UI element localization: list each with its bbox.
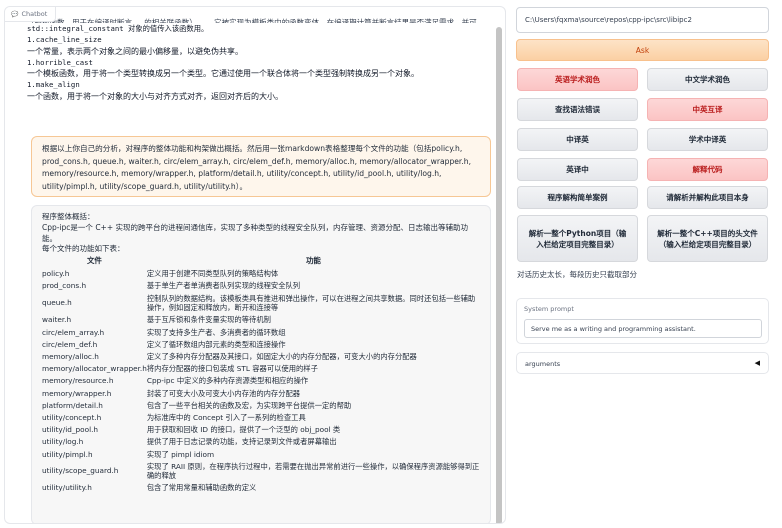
table-intro: 每个文件的功能如下表： (42, 244, 125, 254)
bot-message-previous: （模板函数，用于在编译时断言 … 的相关联函数）…… 它被实现为模板类中的函数变… (27, 17, 483, 102)
file-name-cell: utility/id_pool.h (42, 425, 99, 435)
table-row: memory/resource.h Cpp-ipc 中定义的多种内存资源类型和相应… (42, 375, 480, 387)
system-prompt-block: System prompt Serve me as a writing and … (516, 298, 769, 344)
file-function-cell: 定义了循环数组内部元素的类型和连接操作 (146, 339, 286, 349)
table-row: utility/concept.h 为标准库中的 Concept 引入了一系列的检… (42, 412, 480, 424)
file-function-cell: 将内存分配器的接口包装成 STL 容器可以使用的样子 (146, 364, 318, 374)
table-row: utility/scope_guard.h 实现了 RAII 原则，在程序执行过程… (42, 460, 480, 482)
button-analyze-python-project[interactable]: 解析一整个Python项目（输入栏给定项目完整目录） (517, 215, 638, 262)
file-function-cell: 用于获取和回收 ID 的接口，提供了一个泛型的 obj_pool 类 (146, 425, 341, 435)
file-name-cell: waiter.h (42, 315, 72, 325)
file-name-cell: queue.h (42, 298, 72, 308)
table-row: queue.h 控制队列的数据结构。该模板类具有推进和弹出操作，可以在进程之间共享… (42, 292, 480, 314)
table-header-row: 文件 功能 (42, 255, 480, 268)
button-analyze-this-project[interactable]: 请解析并解构此项目本身 (647, 186, 768, 209)
table-row: utility/id_pool.h 用于获取和回收 ID 的接口，提供了一个泛型的… (42, 424, 480, 436)
table-row: utility/pimpl.h 实现了 pimpl idiom (42, 448, 480, 460)
ask-button[interactable]: Ask (516, 39, 769, 61)
file-function-cell: Cpp-ipc 中定义的多种内存资源类型和相应的操作 (146, 376, 309, 386)
summary-text: Cpp-ipc是一个 C++ 实现的跨平台的进程间通信库，实现了多种类型的线程安… (42, 222, 469, 243)
button-zh-to-en[interactable]: 中译英 (517, 128, 638, 151)
file-function-cell: 定义了多种内存分配器及其接口，如固定大小的内存分配器，可变大小的内存分配器 (146, 352, 417, 361)
file-name-cell: utility/utility.h (42, 483, 92, 493)
file-function-cell: 提供了用于日志记录的功能，支持记录到文件或者屏幕输出 (146, 437, 337, 447)
input-value: C:\Users\fqxma\source\repos\cpp-ipc\src\… (525, 16, 692, 24)
list-item-title: 1.cache_line_size (27, 35, 102, 45)
table-row: memory/alloc.h 定义了多种内存分配器及其接口，如固定大小的内存分配器… (42, 351, 480, 363)
button-program-analysis-example[interactable]: 程序解构简单案例 (517, 186, 638, 209)
system-prompt-value: Serve me as a writing and programming as… (531, 325, 696, 333)
table-header-function: 功能 (305, 256, 321, 266)
file-name-cell: prod_cons.h (42, 281, 87, 291)
chatbot-label-text: Chatbot (21, 10, 48, 18)
file-name-cell: policy.h (42, 269, 70, 279)
file-function-cell: 包含了一些平台相关的函数及宏，为实现跨平台提供一定的帮助 (146, 400, 352, 410)
list-item-desc: 一个函数，用于将一个对象的大小与对齐方式对齐，返回对齐后的大小。 (27, 91, 283, 101)
file-name-cell: memory/alloc.h (42, 352, 99, 361)
chat-icon: 💬 (11, 10, 19, 18)
list-item-desc: 一个常量，表示两个对象之间的最小偏移量，以避免伪共享。 (27, 46, 243, 56)
collapse-triangle-icon: ◀ (754, 359, 760, 367)
button-chinese-academic-polish[interactable]: 中文学术润色 (647, 68, 768, 91)
list-item-title: 1.horrible_cast (27, 57, 93, 67)
table-row: circ/elem_array.h 实现了支持多生产者、多消费者的循环数组 (42, 326, 480, 338)
chatbot-label: 💬 Chatbot (5, 7, 57, 22)
file-name-cell: memory/resource.h (42, 376, 114, 386)
history-hint: 对话历史太长，每段历史只截取部分 (517, 270, 637, 279)
button-en-to-zh[interactable]: 英译中 (517, 158, 638, 181)
table-body: policy.h 定义用于创建不同类型队列的策略结构体 prod_cons.h 基于单… (42, 268, 480, 494)
file-function-cell: 为标准库中的 Concept 引入了一系列的检查工具 (146, 412, 306, 422)
table-row: circ/elem_def.h 定义了循环数组内部元素的类型和连接操作 (42, 339, 480, 351)
table-row: utility/utility.h 包含了常用常量和辅助函数的定义 (42, 482, 480, 494)
button-explain-code[interactable]: 解释代码 (647, 158, 768, 181)
arguments-accordion[interactable]: arguments ◀ (516, 352, 769, 374)
user-message: 根据以上你自己的分析，对程序的整体功能和构架做出概括。然后用一张markdown… (31, 136, 491, 197)
file-name-cell: utility/concept.h (42, 412, 102, 422)
list-item-title: 1.make_align (27, 80, 80, 90)
list-item-desc: 一个模板函数，用于将一个类型转换成另一个类型。它通过使用一个联合体将一个类型强制… (27, 69, 419, 79)
button-english-academic-polish[interactable]: 英语学术润色 (517, 68, 638, 91)
table-row: waiter.h 基于互斥锁和条件变量实现的等待机制 (42, 314, 480, 326)
table-row: memory/allocator_wrapper.h 将内存分配器的接口包装成 S… (42, 363, 480, 375)
bot-message: 程序整体概括： Cpp-ipc是一个 C++ 实现的跨平台的进程间通信库，实现了… (31, 205, 491, 523)
file-name-cell: utility/pimpl.h (42, 449, 93, 459)
file-function-cell: 定义用于创建不同类型队列的策略结构体 (146, 269, 279, 279)
table-row: prod_cons.h 基于单生产者单消费者队列实现的线程安全队列 (42, 280, 480, 292)
chat-scrollbar-thumb[interactable] (496, 27, 502, 523)
table-row: platform/detail.h 包含了一些平台相关的函数及宏，为实现跨平台提供… (42, 399, 480, 411)
user-message-text: 根据以上你自己的分析，对程序的整体功能和构架做出概括。然后用一张markdown… (42, 144, 471, 191)
file-function-cell: 包含了常用常量和辅助函数的定义 (146, 483, 257, 493)
file-function-cell: 实现了支持多生产者、多消费者的循环数组 (146, 327, 286, 337)
file-function-cell: 实现了 pimpl idiom (146, 449, 215, 459)
file-name-cell: circ/elem_def.h (42, 339, 98, 349)
chat-scroll-area[interactable]: （模板函数，用于在编译时断言 … 的相关联函数）…… 它被实现为模板类中的函数变… (5, 7, 493, 523)
file-function-cell: 封装了可变大小及可变大小内存池的内存分配器 (146, 388, 301, 398)
button-analyze-cpp-headers[interactable]: 解析一整个C++项目的头文件（输入栏给定项目完整目录） (647, 215, 768, 262)
text-line: std::integral_constant 对象的值传入该函数用。 (27, 24, 209, 33)
table-row: policy.h 定义用于创建不同类型队列的策略结构体 (42, 268, 480, 280)
input-textbox[interactable]: C:\Users\fqxma\source\repos\cpp-ipc\src\… (516, 7, 769, 33)
table-row: memory/wrapper.h 封装了可变大小及可变大小内存池的内存分配器 (42, 387, 480, 399)
system-prompt-label: System prompt (524, 305, 574, 313)
file-function-cell: 实现了 RAII 原则，在程序执行过程中，若需要在抛出异常前进行一些操作，以确保… (146, 461, 480, 481)
system-prompt-input[interactable]: Serve me as a writing and programming as… (524, 319, 762, 338)
file-name-cell: memory/wrapper.h (42, 388, 112, 398)
file-function-cell: 基于互斥锁和条件变量实现的等待机制 (146, 315, 271, 325)
file-name-cell: memory/allocator_wrapper.h (42, 364, 147, 374)
summary-label: 程序整体概括： (42, 212, 95, 221)
file-name-cell: utility/scope_guard.h (42, 466, 119, 476)
chatbot-panel: 💬 Chatbot （模板函数，用于在编译时断言 … 的相关联函数）…… 它被实… (4, 6, 506, 524)
file-function-cell: 基于单生产者单消费者队列实现的线程安全队列 (146, 281, 301, 291)
table-row: utility/log.h 提供了用于日志记录的功能，支持记录到文件或者屏幕输出 (42, 436, 480, 448)
arguments-label: arguments (525, 360, 561, 368)
file-name-cell: platform/detail.h (42, 400, 103, 410)
table-header-file: 文件 (86, 256, 102, 266)
file-function-cell: 控制队列的数据结构。该模板类具有推进和弹出操作，可以在进程之间共享数据。同时还包… (146, 293, 476, 313)
button-zh-en-translate[interactable]: 中英互译 (647, 98, 768, 121)
file-name-cell: utility/log.h (42, 437, 84, 447)
button-find-grammar-errors[interactable]: 查找语法错误 (517, 98, 638, 121)
file-name-cell: circ/elem_array.h (42, 327, 105, 337)
file-function-table: 文件 功能 policy.h 定义用于创建不同类型队列的策略结构体 prod_con… (42, 255, 480, 494)
button-academic-zh-to-en[interactable]: 学术中译英 (647, 128, 768, 151)
